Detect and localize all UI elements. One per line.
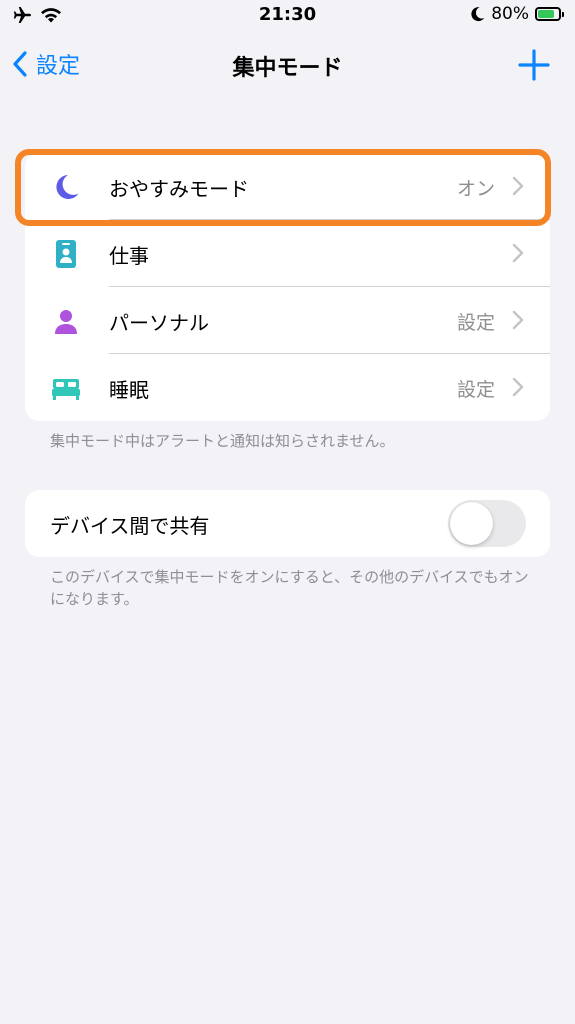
focus-row-do-not-disturb[interactable]: おやすみモード オン <box>25 153 550 220</box>
status-bar: 21:30 80% <box>0 0 575 34</box>
plus-icon[interactable] <box>517 48 551 82</box>
focus-row-personal[interactable]: パーソナル 設定 <box>25 287 550 354</box>
chevron-right-icon <box>512 310 524 330</box>
chevron-right-icon <box>512 176 524 196</box>
chevron-right-icon <box>512 243 524 263</box>
toggle-knob <box>450 502 493 545</box>
share-across-devices-row: デバイス間で共有 <box>25 490 550 557</box>
focus-list: おやすみモード オン 仕事 パーソナル 設定 睡眠 設定 <box>25 153 550 421</box>
person-icon <box>55 310 77 334</box>
chevron-right-icon <box>512 377 524 397</box>
moon-icon <box>471 7 485 22</box>
focus-label: 睡眠 <box>109 378 149 402</box>
moon-icon <box>56 175 79 199</box>
focus-label: パーソナル <box>109 311 209 335</box>
status-right: 80% <box>471 4 564 24</box>
battery-percent: 80% <box>491 4 529 24</box>
focus-label: おやすみモード <box>109 177 249 201</box>
battery-charging-icon <box>535 7 564 21</box>
bed-icon <box>52 379 80 400</box>
share-footnote: このデバイスで集中モードをオンにすると、その他のデバイスでもオンになります。 <box>50 568 529 608</box>
focus-label: 仕事 <box>109 244 149 268</box>
share-toggle[interactable] <box>448 500 526 547</box>
page-title: 集中モード <box>232 56 343 81</box>
focus-row-sleep[interactable]: 睡眠 設定 <box>25 354 550 421</box>
badge-icon <box>56 240 76 268</box>
share-label: デバイス間で共有 <box>50 514 210 538</box>
battery-level <box>538 10 554 18</box>
focus-value: オン <box>456 178 495 200</box>
focus-row-work[interactable]: 仕事 <box>25 220 550 287</box>
focus-value: 設定 <box>456 379 495 401</box>
focus-footnote: 集中モード中はアラートと通知は知らされません。 <box>50 432 395 450</box>
focus-value: 設定 <box>456 312 495 334</box>
nav-bar: 設定 集中モード <box>0 38 575 92</box>
